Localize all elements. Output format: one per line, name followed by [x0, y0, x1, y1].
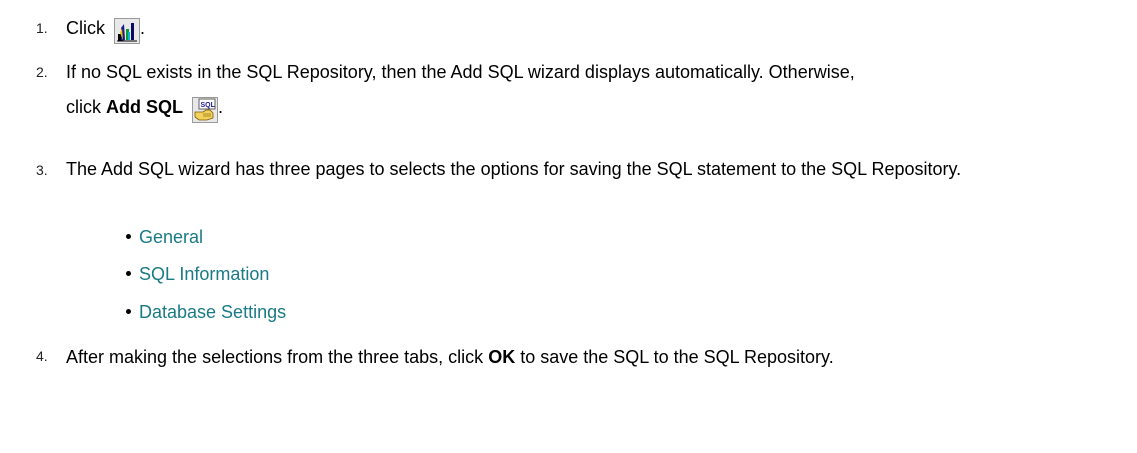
- step-2-click-text: click: [66, 97, 101, 117]
- bar-chart-icon[interactable]: [114, 18, 141, 44]
- step-2-line-1: If no SQL exists in the SQL Repository, …: [66, 62, 855, 82]
- bullet-dot: [126, 271, 131, 276]
- ok-label: OK: [488, 347, 516, 367]
- step-number: 1.: [36, 20, 48, 36]
- step-1-text: Click: [66, 18, 105, 38]
- bullet-dot: [126, 234, 131, 239]
- step-4-text-after: to save the SQL to the SQL Repository.: [520, 347, 834, 367]
- add-sql-icon[interactable]: SQL: [192, 97, 219, 123]
- svg-text:SQL: SQL: [201, 102, 216, 109]
- sql-information-link[interactable]: SQL Information: [139, 262, 269, 286]
- step-2-period: .: [218, 97, 224, 117]
- step-number: 2.: [36, 64, 48, 80]
- step-number: 3.: [36, 162, 48, 178]
- bullet-dot: [126, 309, 131, 314]
- database-settings-link[interactable]: Database Settings: [139, 300, 286, 324]
- step-number: 4.: [36, 348, 48, 364]
- step-3-text: The Add SQL wizard has three pages to se…: [66, 159, 962, 179]
- step-1-period: .: [140, 18, 146, 38]
- step-4-text-before: After making the selections from the thr…: [66, 347, 484, 367]
- add-sql-label: Add SQL: [106, 97, 184, 117]
- general-link[interactable]: General: [139, 225, 203, 249]
